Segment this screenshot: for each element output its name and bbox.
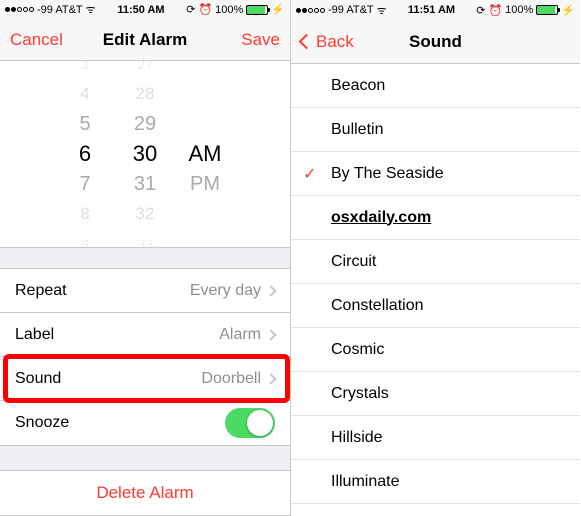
signal-dots-icon — [296, 8, 325, 13]
sound-option[interactable]: Crystals — [291, 372, 580, 416]
back-button[interactable]: Back — [301, 32, 361, 52]
sound-option[interactable]: Bulletin — [291, 108, 580, 152]
sound-option[interactable]: Night Owl — [291, 504, 580, 516]
status-time: 11:51 AM — [408, 4, 455, 16]
rotation-lock-icon: ⟳ — [186, 3, 195, 16]
sound-name: Cosmic — [331, 341, 384, 359]
sound-option[interactable]: Cosmic — [291, 328, 580, 372]
status-time: 11:50 AM — [117, 4, 164, 16]
page-title: Edit Alarm — [70, 30, 220, 50]
sound-name: Crystals — [331, 385, 389, 403]
nav-bar: Back Sound — [291, 20, 580, 64]
sound-name: Hillside — [331, 429, 383, 447]
checkmark-icon: ✓ — [303, 164, 316, 184]
battery-percent: 100% — [505, 4, 533, 16]
row-label: Repeat — [15, 282, 190, 300]
sound-name: By The Seaside — [331, 165, 444, 183]
status-bar: -99 AT&T ᯤ 11:51 AM ⟳ ⏰ 100% ⚡ — [291, 0, 580, 20]
sound-name: Circuit — [331, 253, 376, 271]
carrier-label: -99 AT&T — [328, 4, 374, 16]
sound-option[interactable]: Illuminate — [291, 460, 580, 504]
row-value: Every day — [190, 282, 261, 300]
alarm-icon: ⏰ — [198, 3, 212, 16]
sound-name: Bulletin — [331, 121, 383, 139]
nav-bar: Cancel Edit Alarm Save — [0, 19, 290, 61]
label-row[interactable]: Label Alarm — [0, 313, 290, 357]
time-picker[interactable]: 3 4 5 6 7 8 9 27 28 29 30 31 32 33 . . .… — [0, 61, 290, 248]
battery-percent: 100% — [215, 4, 243, 16]
cancel-button[interactable]: Cancel — [10, 30, 70, 50]
row-label: Snooze — [15, 414, 225, 432]
row-value: Alarm — [219, 326, 261, 344]
chevron-right-icon — [265, 285, 276, 296]
delete-alarm-button[interactable]: Delete Alarm — [0, 471, 290, 515]
bolt-icon: ⚡ — [271, 3, 285, 16]
page-title: Sound — [361, 32, 510, 52]
sound-row[interactable]: Sound Doorbell — [0, 357, 290, 401]
sound-option[interactable]: Hillside — [291, 416, 580, 460]
battery-icon — [536, 5, 558, 15]
sound-option[interactable]: ✓ By The Seaside — [291, 152, 580, 196]
signal-dots-icon — [5, 7, 34, 12]
snooze-row: Snooze — [0, 401, 290, 445]
carrier-label: -99 AT&T — [37, 4, 83, 16]
row-label: Label — [15, 326, 219, 344]
highlight-box — [3, 354, 290, 403]
alarm-icon: ⏰ — [488, 4, 502, 17]
sound-name: Beacon — [331, 77, 385, 95]
delete-group: Delete Alarm — [0, 470, 290, 516]
hour-column[interactable]: 3 4 5 6 7 8 9 — [55, 61, 115, 248]
minute-column[interactable]: 27 28 29 30 31 32 33 — [115, 61, 175, 248]
snooze-toggle[interactable] — [225, 408, 275, 438]
sound-list[interactable]: Beacon Bulletin ✓ By The Seaside osxdaily.co… — [291, 64, 580, 516]
sound-name: Constellation — [331, 297, 424, 315]
status-bar: -99 AT&T ᯤ 11:50 AM ⟳ ⏰ 100% ⚡ — [0, 0, 290, 19]
sound-option[interactable]: Beacon — [291, 64, 580, 108]
sound-name: osxdaily.com — [331, 209, 431, 227]
sound-option[interactable]: Circuit — [291, 240, 580, 284]
wifi-icon: ᯤ — [86, 2, 96, 17]
settings-group: Repeat Every day Label Alarm Sound Doorb… — [0, 268, 290, 446]
chevron-right-icon — [265, 329, 276, 340]
bolt-icon: ⚡ — [561, 4, 575, 17]
chevron-left-icon — [299, 34, 315, 50]
ampm-column[interactable]: . . . AM PM . . — [175, 61, 235, 248]
sound-name: Illuminate — [331, 473, 399, 491]
battery-icon — [246, 5, 268, 15]
wifi-icon: ᯤ — [377, 3, 387, 18]
repeat-row[interactable]: Repeat Every day — [0, 269, 290, 313]
sound-option[interactable]: osxdaily.com — [291, 196, 580, 240]
sound-option[interactable]: Constellation — [291, 284, 580, 328]
edit-alarm-screen: -99 AT&T ᯤ 11:50 AM ⟳ ⏰ 100% ⚡ Cancel Ed… — [0, 0, 290, 516]
sound-screen: -99 AT&T ᯤ 11:51 AM ⟳ ⏰ 100% ⚡ Back Soun… — [290, 0, 580, 516]
save-button[interactable]: Save — [220, 30, 280, 50]
rotation-lock-icon: ⟳ — [476, 4, 485, 17]
